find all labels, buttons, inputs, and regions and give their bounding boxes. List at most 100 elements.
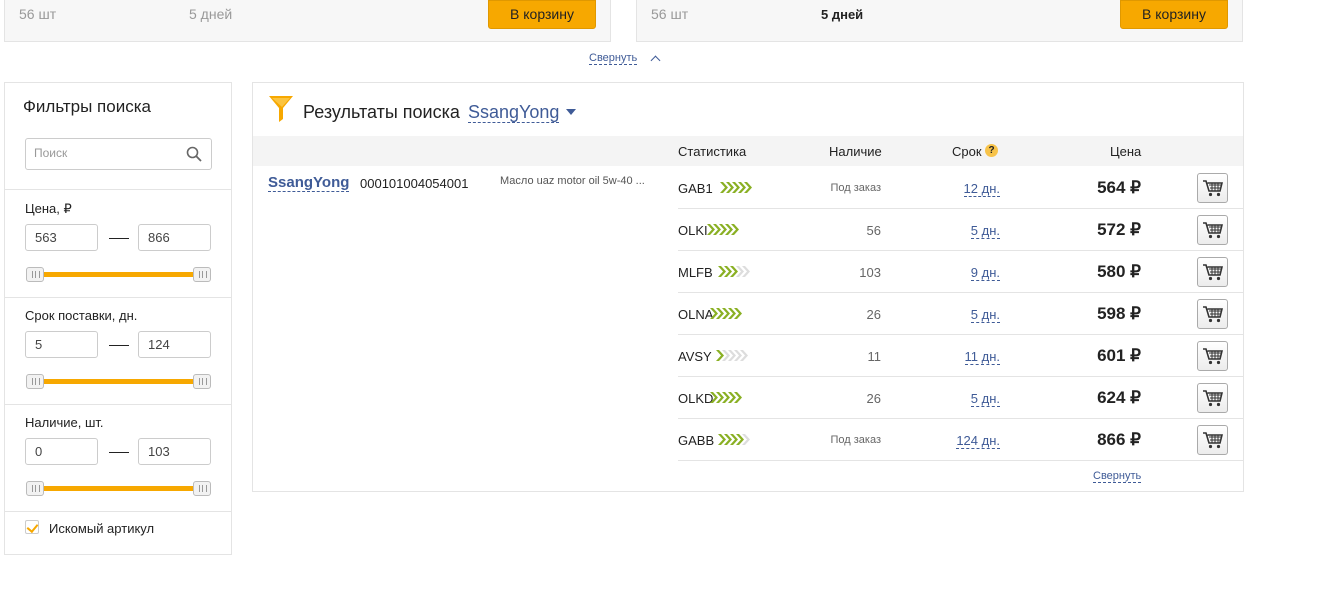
- delivery-filter-label: Срок поставки, дн.: [25, 308, 138, 323]
- rating-arrows-icon: [710, 308, 742, 319]
- price: 572 ₽: [1097, 220, 1141, 239]
- delivery-term[interactable]: 5 дн.: [970, 391, 1000, 407]
- results-title: Результаты поиска: [303, 102, 460, 122]
- offer-qty: 56 шт: [19, 6, 57, 22]
- availability: 26: [866, 391, 881, 406]
- offer-qty: 56 шт: [651, 6, 689, 22]
- delivery-range-max-handle[interactable]: [193, 374, 211, 389]
- offer-days: 5 дней: [821, 7, 864, 22]
- divider: [5, 297, 231, 298]
- delivery-term[interactable]: 124 дн.: [956, 433, 1000, 449]
- funnel-icon: [269, 96, 293, 122]
- result-row: MLFB 103 9 дн. 580 ₽: [678, 251, 1243, 293]
- add-to-cart-button[interactable]: В корзину: [1120, 0, 1228, 29]
- result-row: AVSY 11 11 дн. 601 ₽: [678, 335, 1243, 377]
- availability: 11: [867, 349, 882, 364]
- add-to-cart-button[interactable]: [1197, 215, 1228, 245]
- range-dash: [109, 452, 129, 453]
- delivery-term[interactable]: 5 дн.: [970, 223, 1000, 239]
- cart-icon: [1203, 390, 1223, 407]
- supplier-code: GABB: [678, 433, 715, 448]
- supplier-code: OLKD: [678, 391, 714, 406]
- delivery-term[interactable]: 5 дн.: [970, 307, 1000, 323]
- cart-icon: [1203, 348, 1223, 365]
- results-table-header: Статистика Наличие Срок ? Цена: [253, 136, 1243, 166]
- brand-selector[interactable]: SsangYong: [468, 102, 560, 123]
- price-min-input[interactable]: 563: [25, 224, 98, 251]
- filter-search-field[interactable]: [25, 138, 212, 170]
- add-to-cart-button[interactable]: [1197, 425, 1228, 455]
- cart-icon: [1203, 180, 1223, 197]
- delivery-term[interactable]: 12 дн.: [963, 181, 1000, 197]
- availability: Под заказ: [830, 182, 881, 194]
- delivery-term[interactable]: 11 дн.: [964, 349, 1000, 365]
- delivery-min-input[interactable]: 5: [25, 331, 98, 358]
- availability: Под заказ: [830, 434, 881, 446]
- exact-article-checkbox[interactable]: [25, 520, 39, 534]
- caret-down-icon[interactable]: [566, 109, 576, 115]
- supplier-code: AVSY: [678, 349, 712, 364]
- delivery-term[interactable]: 9 дн.: [970, 265, 1000, 281]
- chevron-up-icon[interactable]: [650, 55, 661, 66]
- result-row: OLKD 26 5 дн. 624 ₽: [678, 377, 1243, 419]
- collapse-link[interactable]: Свернуть: [589, 52, 638, 65]
- price-range-min-handle[interactable]: [26, 267, 44, 282]
- rating-arrows-icon: [718, 266, 750, 277]
- collapse-link-bottom[interactable]: Свернуть: [1093, 470, 1142, 483]
- search-icon[interactable]: [186, 146, 202, 162]
- delivery-range-track[interactable]: [35, 379, 203, 384]
- add-to-cart-button[interactable]: [1197, 299, 1228, 329]
- rating-arrows-icon: [707, 224, 739, 235]
- rating-arrows-icon: [710, 392, 742, 403]
- article-number: 000101004054001: [360, 176, 469, 191]
- price-range-track[interactable]: [35, 272, 203, 277]
- offer-card-2: 56 шт 5 дней В корзину: [636, 0, 1243, 42]
- divider: [5, 404, 231, 405]
- filter-search-input[interactable]: [34, 139, 184, 167]
- result-row: OLNA 26 5 дн. 598 ₽: [678, 293, 1243, 335]
- price: 580 ₽: [1097, 262, 1141, 281]
- article-brand-link[interactable]: SsangYong: [268, 174, 350, 192]
- result-row: GAB1 Под заказ 12 дн. 564 ₽: [678, 167, 1243, 209]
- stock-filter-label: Наличие, шт.: [25, 415, 104, 430]
- divider: [5, 189, 231, 190]
- stock-min-input[interactable]: 0: [25, 438, 98, 465]
- range-dash: [109, 345, 129, 346]
- stock-range-min-handle[interactable]: [26, 481, 44, 496]
- delivery-max-input[interactable]: 124: [138, 331, 211, 358]
- filters-title: Фильтры поиска: [23, 97, 151, 116]
- price-max-input[interactable]: 866: [138, 224, 211, 251]
- add-to-cart-button[interactable]: [1197, 383, 1228, 413]
- col-availability: Наличие: [829, 144, 882, 159]
- offer-card-1: 56 шт 5 дней В корзину: [4, 0, 611, 42]
- search-filters-panel: Фильтры поиска Цена, ₽ 563 866 Срок пост…: [4, 82, 232, 555]
- add-to-cart-button[interactable]: [1197, 257, 1228, 287]
- stock-max-input[interactable]: 103: [138, 438, 211, 465]
- cart-icon: [1203, 222, 1223, 239]
- stock-range-track[interactable]: [35, 486, 203, 491]
- price: 866 ₽: [1097, 430, 1141, 449]
- delivery-range-min-handle[interactable]: [26, 374, 44, 389]
- article-description: Масло uaz motor oil 5w-40 ...: [500, 175, 645, 187]
- add-to-cart-button[interactable]: В корзину: [488, 0, 596, 29]
- rating-arrows-icon: [716, 350, 748, 361]
- col-price: Цена: [1110, 144, 1142, 159]
- col-term: Срок: [952, 144, 982, 159]
- add-to-cart-button[interactable]: [1197, 173, 1228, 203]
- price: 564 ₽: [1097, 178, 1141, 197]
- cart-icon: [1203, 306, 1223, 323]
- cart-icon: [1203, 432, 1223, 449]
- supplier-code: OLKI: [678, 223, 708, 238]
- price: 601 ₽: [1097, 346, 1141, 365]
- exact-article-label[interactable]: Искомый артикул: [49, 521, 154, 536]
- price-range-max-handle[interactable]: [193, 267, 211, 282]
- price: 598 ₽: [1097, 304, 1141, 323]
- result-row: OLKI 56 5 дн. 572 ₽: [678, 209, 1243, 251]
- cart-icon: [1203, 264, 1223, 281]
- supplier-code: GAB1: [678, 181, 713, 196]
- add-to-cart-button[interactable]: [1197, 341, 1228, 371]
- price: 624 ₽: [1097, 388, 1141, 407]
- help-icon[interactable]: ?: [985, 144, 998, 157]
- stock-range-max-handle[interactable]: [193, 481, 211, 496]
- rating-arrows-icon: [718, 434, 750, 445]
